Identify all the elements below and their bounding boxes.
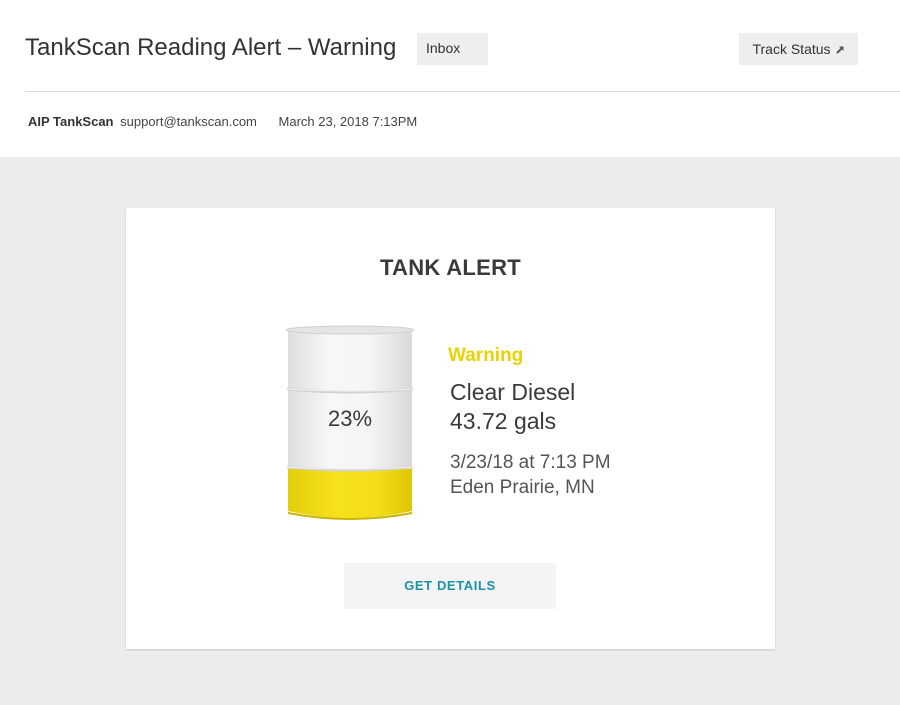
get-details-button[interactable]: GET DETAILS: [344, 563, 556, 609]
tank-barrel-gauge: 23%: [284, 323, 416, 523]
track-status-label: Track Status: [752, 41, 831, 57]
card-title: TANK ALERT: [379, 255, 522, 280]
header-divider: [25, 91, 900, 92]
product-name: Clear Diesel: [450, 379, 576, 405]
external-link-arrow-icon: [835, 34, 845, 66]
fill-percent: 23%: [327, 406, 373, 431]
tank-alert-card: TANK ALERT 23% Warning Clear Diesel 43.7…: [126, 208, 775, 649]
product-volume: 43.72 gals: [450, 408, 557, 434]
email-header: TankScan Reading Alert – Warning Inbox T…: [0, 0, 900, 157]
reading-timestamp: 3/23/18 at 7:13 PM: [450, 452, 611, 473]
alert-status: Warning: [448, 345, 524, 366]
product-info: Clear Diesel 43.72 gals: [450, 378, 575, 436]
inbox-label-badge[interactable]: Inbox: [417, 33, 488, 65]
sender-name: AIP TankScan: [28, 114, 114, 129]
email-subject: TankScan Reading Alert – Warning: [25, 34, 397, 61]
reading-info: 3/23/18 at 7:13 PM Eden Prairie, MN: [450, 450, 611, 500]
sender-email[interactable]: support@tankscan.com: [120, 114, 257, 129]
email-date: March 23, 2018 7:13PM: [278, 114, 418, 129]
tank-location: Eden Prairie, MN: [450, 477, 595, 498]
email-meta: AIP TankScan support@tankscan.com March …: [28, 114, 417, 129]
track-status-button[interactable]: Track Status: [739, 33, 858, 65]
